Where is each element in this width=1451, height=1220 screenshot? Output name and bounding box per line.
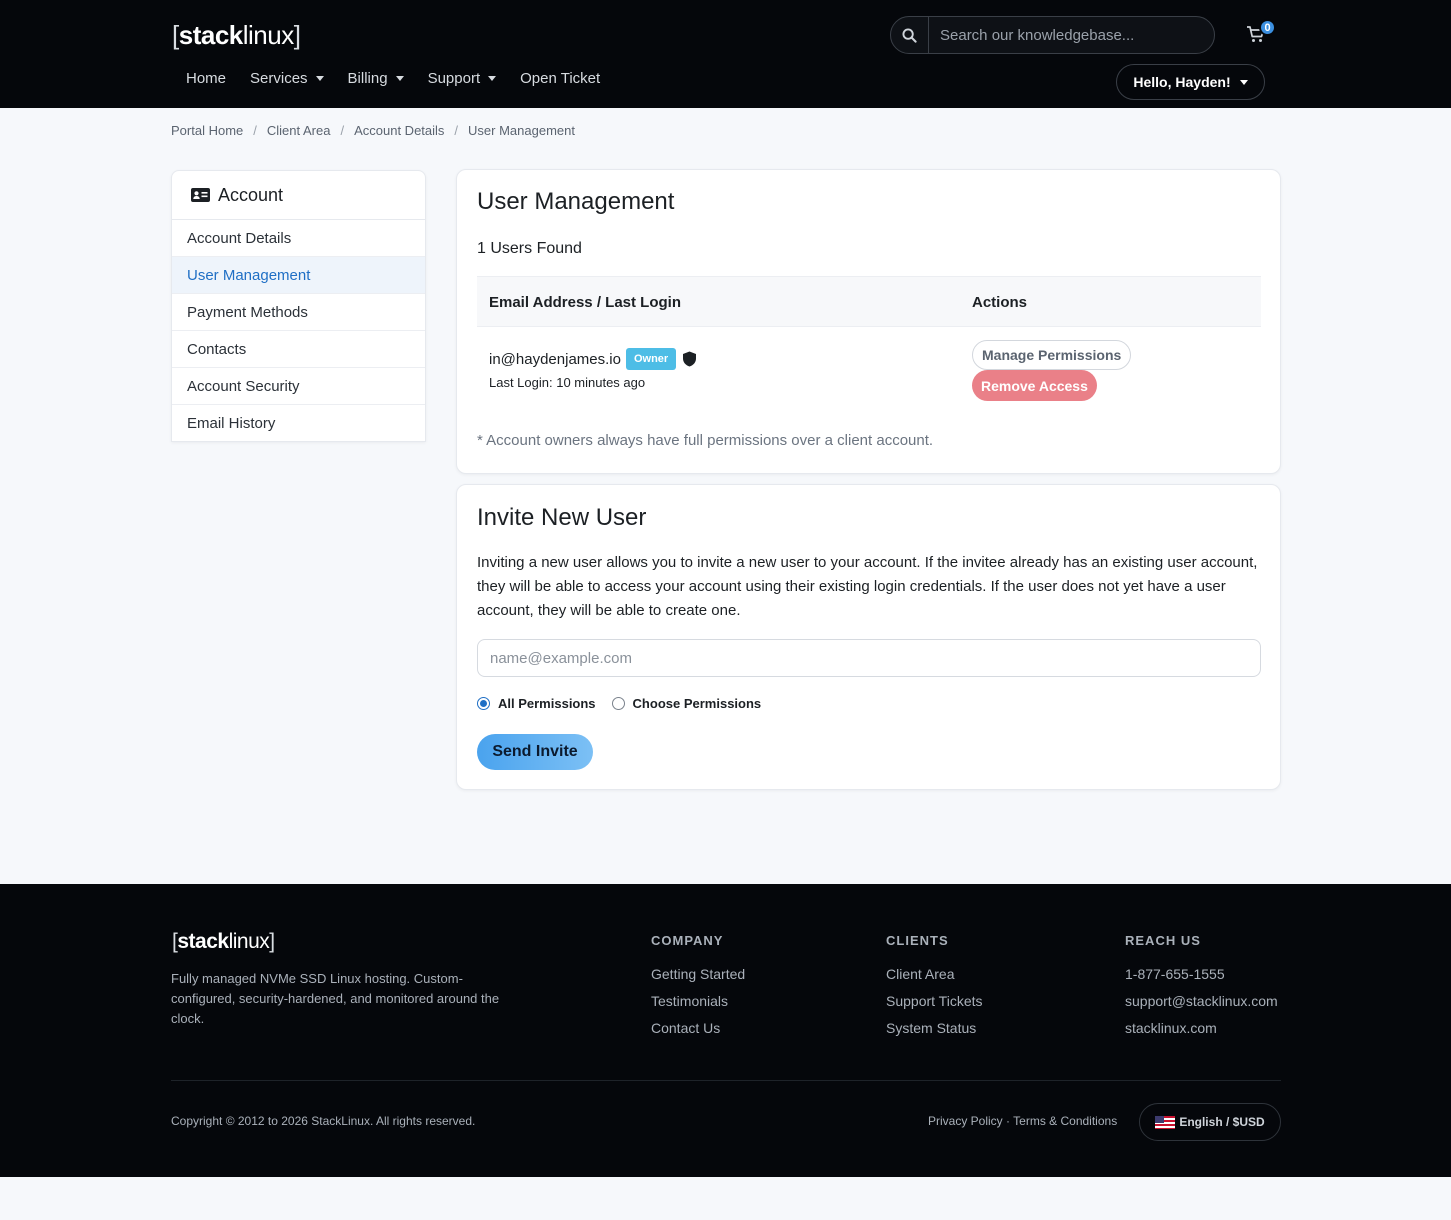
breadcrumb-current: User Management — [468, 123, 575, 138]
footer-link[interactable]: Client Area — [886, 961, 983, 988]
site-logo[interactable]: [stacklinux] — [172, 18, 301, 52]
nav-open-ticket[interactable]: Open Ticket — [520, 70, 600, 87]
breadcrumb: Portal Home / Client Area / Account Deta… — [171, 123, 575, 138]
copyright: Copyright © 2012 to 2026 StackLinux. All… — [171, 1114, 476, 1128]
footer-clients: CLIENTS Client Area Support Tickets Syst… — [886, 933, 983, 1042]
invite-user-card: Invite New User Inviting a new user allo… — [456, 484, 1281, 790]
footer-link[interactable]: Contact Us — [651, 1015, 745, 1042]
choose-permissions-label[interactable]: Choose Permissions — [633, 696, 762, 711]
sidebar-item-payment-methods[interactable]: Payment Methods — [172, 294, 425, 331]
users-table-header: Email Address / Last Login Actions — [477, 276, 1261, 327]
column-header-email: Email Address / Last Login — [489, 294, 681, 311]
footer-company: COMPANY Getting Started Testimonials Con… — [651, 933, 745, 1042]
choose-permissions-radio[interactable] — [611, 697, 625, 710]
sidebar-title: Account — [218, 184, 284, 205]
users-found-count: 1 Users Found — [477, 240, 582, 257]
privacy-policy-link[interactable]: Privacy Policy — [928, 1114, 1003, 1128]
user-management-card: User Management 1 Users Found Email Addr… — [456, 169, 1281, 474]
footer-reach-us: REACH US 1-877-655-1555 support@stacklin… — [1125, 933, 1278, 1042]
sidebar-item-user-management[interactable]: User Management — [172, 257, 425, 294]
send-invite-button[interactable]: Send Invite — [477, 734, 593, 770]
sidebar-header: Account — [172, 171, 425, 220]
owner-note: * Account owners always have full permis… — [477, 432, 934, 449]
breadcrumb-portal-home[interactable]: Portal Home — [171, 123, 243, 138]
footer-link[interactable]: Getting Started — [651, 961, 745, 988]
main-nav: Home Services Billing Support Open Ticke… — [186, 70, 624, 87]
user-menu-button[interactable]: Hello, Hayden! — [1116, 64, 1265, 100]
last-login: Last Login: 10 minutes ago — [489, 375, 646, 390]
search-input[interactable] — [929, 26, 1199, 44]
manage-permissions-button[interactable]: Manage Permissions — [972, 340, 1132, 370]
sidebar-item-account-security[interactable]: Account Security — [172, 368, 425, 405]
cart-button[interactable]: 0 — [1246, 19, 1278, 48]
user-email: in@haydenjames.io — [489, 350, 621, 368]
footer-link[interactable]: Support Tickets — [886, 988, 983, 1015]
all-permissions-label[interactable]: All Permissions — [498, 696, 596, 711]
remove-access-button[interactable]: Remove Access — [972, 370, 1097, 401]
sidebar-item-contacts[interactable]: Contacts — [172, 331, 425, 368]
us-flag-icon — [1155, 1115, 1176, 1129]
chevron-down-icon — [395, 76, 404, 81]
footer-link[interactable]: System Status — [886, 1015, 983, 1042]
site-header: [stacklinux] 0 Home Services Billing Sup… — [0, 0, 1451, 108]
footer-email[interactable]: support@stacklinux.com — [1125, 988, 1278, 1015]
owner-badge: Owner — [625, 348, 677, 370]
nav-billing[interactable]: Billing — [348, 70, 404, 87]
table-row: in@haydenjames.io Owner Last Login: 10 m… — [477, 327, 1261, 421]
page-title: User Management — [477, 188, 675, 215]
footer-link[interactable]: Testimonials — [651, 988, 745, 1015]
sidebar-item-account-details[interactable]: Account Details — [172, 220, 425, 257]
cart-count-badge: 0 — [1259, 19, 1276, 36]
column-header-actions: Actions — [972, 294, 1028, 311]
footer-tagline: Fully managed NVMe SSD Linux hosting. Cu… — [171, 971, 500, 1026]
permission-options: All Permissions Choose Permissions — [477, 696, 761, 711]
nav-home[interactable]: Home — [186, 70, 226, 87]
account-sidebar: Account Account Details User Management … — [171, 170, 426, 442]
invite-description: Inviting a new user allows you to invite… — [477, 554, 1258, 619]
all-permissions-radio[interactable] — [477, 697, 490, 710]
sidebar-item-email-history[interactable]: Email History — [172, 405, 425, 441]
footer-divider — [171, 1080, 1281, 1081]
nav-support[interactable]: Support — [428, 70, 497, 87]
chevron-down-icon — [488, 76, 497, 81]
shield-icon — [683, 351, 697, 367]
breadcrumb-account-details[interactable]: Account Details — [354, 123, 444, 138]
invite-email-field[interactable] — [477, 639, 1261, 677]
footer-website[interactable]: stacklinux.com — [1125, 1015, 1278, 1042]
invite-title: Invite New User — [477, 504, 647, 531]
legal-links: Privacy Policy · Terms & Conditions — [928, 1114, 1118, 1128]
site-footer: [stacklinux] Fully managed NVMe SSD Linu… — [0, 884, 1451, 1177]
id-card-icon — [191, 188, 210, 202]
knowledgebase-search — [890, 16, 1215, 54]
language-currency-button[interactable]: English / $USD — [1139, 1103, 1281, 1141]
search-icon[interactable] — [891, 17, 929, 53]
nav-services[interactable]: Services — [250, 70, 324, 87]
terms-link[interactable]: Terms & Conditions — [1013, 1114, 1117, 1128]
chevron-down-icon — [315, 76, 324, 81]
breadcrumb-client-area[interactable]: Client Area — [267, 123, 331, 138]
footer-phone[interactable]: 1-877-655-1555 — [1125, 961, 1278, 988]
chevron-down-icon — [1239, 79, 1248, 85]
footer-logo[interactable]: [stacklinux] — [172, 930, 275, 954]
